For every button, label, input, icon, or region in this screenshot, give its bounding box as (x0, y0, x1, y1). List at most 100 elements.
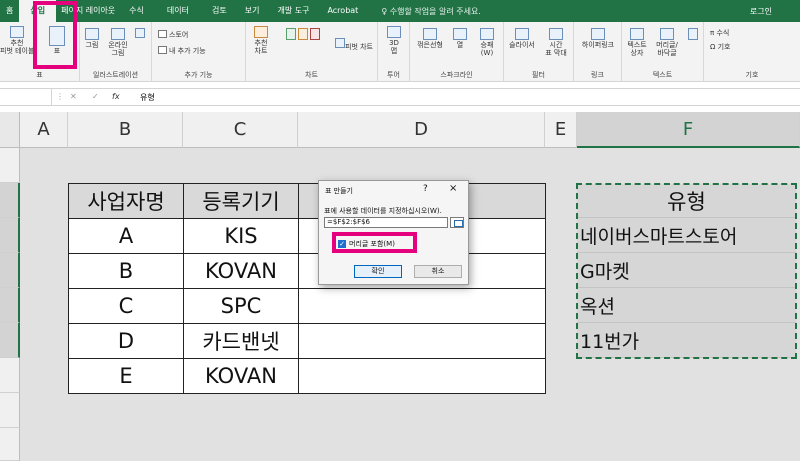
group-label-charts: 차트 (305, 71, 318, 79)
recommended-pivot-button[interactable]: 추천 피벗 테이블 (0, 26, 34, 55)
tab-data[interactable]: 데이터 (153, 0, 203, 22)
tab-formulas[interactable]: 수식 (120, 0, 153, 22)
group-label-tours: 투어 (387, 71, 400, 79)
group-sparklines: 꺾은선형 열 승패 (W) 스파크라인 (410, 22, 504, 82)
sparkline-column-button[interactable]: 열 (450, 28, 470, 49)
cancel-icon[interactable]: ✕ (70, 92, 77, 101)
symbol-button[interactable]: Ω 기호 (710, 42, 730, 52)
name-box-dropdown-icon[interactable]: ⋮ (56, 92, 64, 101)
tell-me-search[interactable]: ♀ 수행할 작업을 알려 주세요. (381, 6, 481, 17)
range-select-icon[interactable] (450, 217, 464, 228)
group-symbols: π 수식 Ω 기호 기호 (704, 22, 800, 82)
column-header-a[interactable]: A (20, 112, 68, 148)
tab-home[interactable]: 홈 (0, 0, 19, 22)
header-footer-icon (660, 28, 674, 40)
tab-acrobat[interactable]: Acrobat (318, 0, 367, 22)
header-footer-button[interactable]: 머리글/ 바닥글 (652, 28, 682, 57)
my-addins-button[interactable]: 내 추가 기능 (158, 46, 206, 56)
column-header-c[interactable]: C (183, 112, 298, 148)
range-input[interactable]: =$F$2:$F$6 (324, 217, 448, 228)
group-label-filters: 필터 (532, 71, 545, 79)
row-header[interactable] (0, 358, 20, 393)
textbox-icon (630, 28, 644, 40)
select-all-corner[interactable] (0, 112, 20, 148)
pie-chart-icon (310, 28, 320, 40)
group-filters: 슬라이서 시간 표 막대 필터 (504, 22, 574, 82)
cancel-button[interactable]: 취소 (414, 265, 462, 278)
table-cell[interactable]: SPC (183, 288, 299, 324)
close-icon[interactable]: × (449, 183, 457, 194)
ok-button[interactable]: 확인 (354, 265, 402, 278)
table-cell[interactable]: E (68, 358, 184, 394)
equation-button[interactable]: π 수식 (710, 28, 729, 38)
tab-view[interactable]: 보기 (236, 0, 269, 22)
store-button[interactable]: 스토어 (158, 30, 188, 40)
dialog-prompt: 표에 사용할 데이터를 지정하십시오(W). (324, 207, 442, 215)
table-cell[interactable]: KOVAN (183, 358, 299, 394)
timeline-icon (549, 28, 563, 40)
table-cell[interactable]: 카드밴넷 (183, 323, 299, 359)
table-cell[interactable]: D (68, 323, 184, 359)
table-cell[interactable]: KIS (183, 218, 299, 254)
text-more-button[interactable] (686, 28, 700, 41)
row-header[interactable] (0, 323, 20, 358)
insert-function-icon[interactable]: fx (112, 92, 120, 101)
group-label-symbols: 기호 (745, 71, 759, 79)
shapes-icon (135, 28, 145, 38)
sparkline-line-button[interactable]: 꺾은선형 (414, 28, 446, 49)
timeline-button[interactable]: 시간 표 막대 (540, 28, 572, 57)
table-cell[interactable]: C (68, 288, 184, 324)
table-cell[interactable]: A (68, 218, 184, 254)
text-more-icon (688, 28, 698, 40)
table-cell[interactable] (298, 358, 546, 394)
column-chart-icon (286, 28, 296, 40)
sparkline-winloss-button[interactable]: 승패 (W) (474, 28, 500, 57)
store-icon (158, 30, 167, 38)
table-cell[interactable] (298, 323, 546, 359)
table-header-cell[interactable]: 사업자명 (68, 183, 184, 219)
pictures-button[interactable]: 그림 (82, 28, 102, 49)
row-header[interactable] (0, 288, 20, 323)
tab-developer[interactable]: 개발 도구 (268, 0, 318, 22)
chart-types[interactable] (278, 28, 328, 43)
copy-marquee-selection (576, 183, 797, 359)
textbox-button[interactable]: 텍스트 상자 (624, 28, 650, 57)
group-label-text: 텍스트 (652, 71, 673, 79)
shapes-button[interactable] (132, 28, 148, 39)
name-box[interactable] (0, 89, 52, 106)
globe-icon (387, 26, 401, 38)
row-header[interactable] (0, 393, 20, 428)
row-header[interactable] (0, 428, 20, 461)
pivot-chart-button[interactable]: 피벗 차트 (332, 38, 376, 51)
column-header-f[interactable]: F (577, 112, 800, 148)
group-tours: 3D 맵 투어 (378, 22, 410, 82)
column-header-d[interactable]: D (298, 112, 545, 148)
hyperlink-button[interactable]: 하이퍼링크 (576, 28, 620, 49)
sign-in-link[interactable]: 로그인 (750, 6, 800, 17)
table-cell[interactable]: B (68, 253, 184, 289)
sparkline-column-icon (453, 28, 467, 40)
row-header[interactable] (0, 253, 20, 288)
column-header-b[interactable]: B (68, 112, 183, 148)
slicer-button[interactable]: 슬라이서 (506, 28, 538, 49)
recommended-charts-button[interactable]: 추천 차트 (250, 26, 272, 55)
row-header[interactable] (0, 218, 20, 253)
group-text: 텍스트 상자 머리글/ 바닥글 텍스트 (622, 22, 704, 82)
tab-review[interactable]: 검토 (203, 0, 236, 22)
group-label-illustrations: 일러스트레이션 (92, 71, 139, 79)
enter-icon[interactable]: ✓ (92, 92, 99, 101)
table-cell[interactable]: KOVAN (183, 253, 299, 289)
table-cell[interactable] (298, 288, 546, 324)
row-header[interactable] (0, 148, 20, 183)
table-header-cell[interactable]: 등록기기 (183, 183, 299, 219)
online-pictures-button[interactable]: 온라인 그림 (106, 28, 130, 57)
help-icon[interactable]: ? (423, 184, 428, 194)
highlight-box-table (33, 1, 77, 69)
3d-map-button[interactable]: 3D 맵 (382, 26, 406, 55)
column-header-e[interactable]: E (545, 112, 577, 148)
row-header[interactable] (0, 183, 20, 218)
formula-input[interactable]: 유형 (140, 92, 155, 103)
group-addins: 스토어 내 추가 기능 추가 기능 (152, 22, 246, 82)
addins-icon (158, 46, 167, 54)
group-label-tables: 표 (36, 71, 43, 79)
